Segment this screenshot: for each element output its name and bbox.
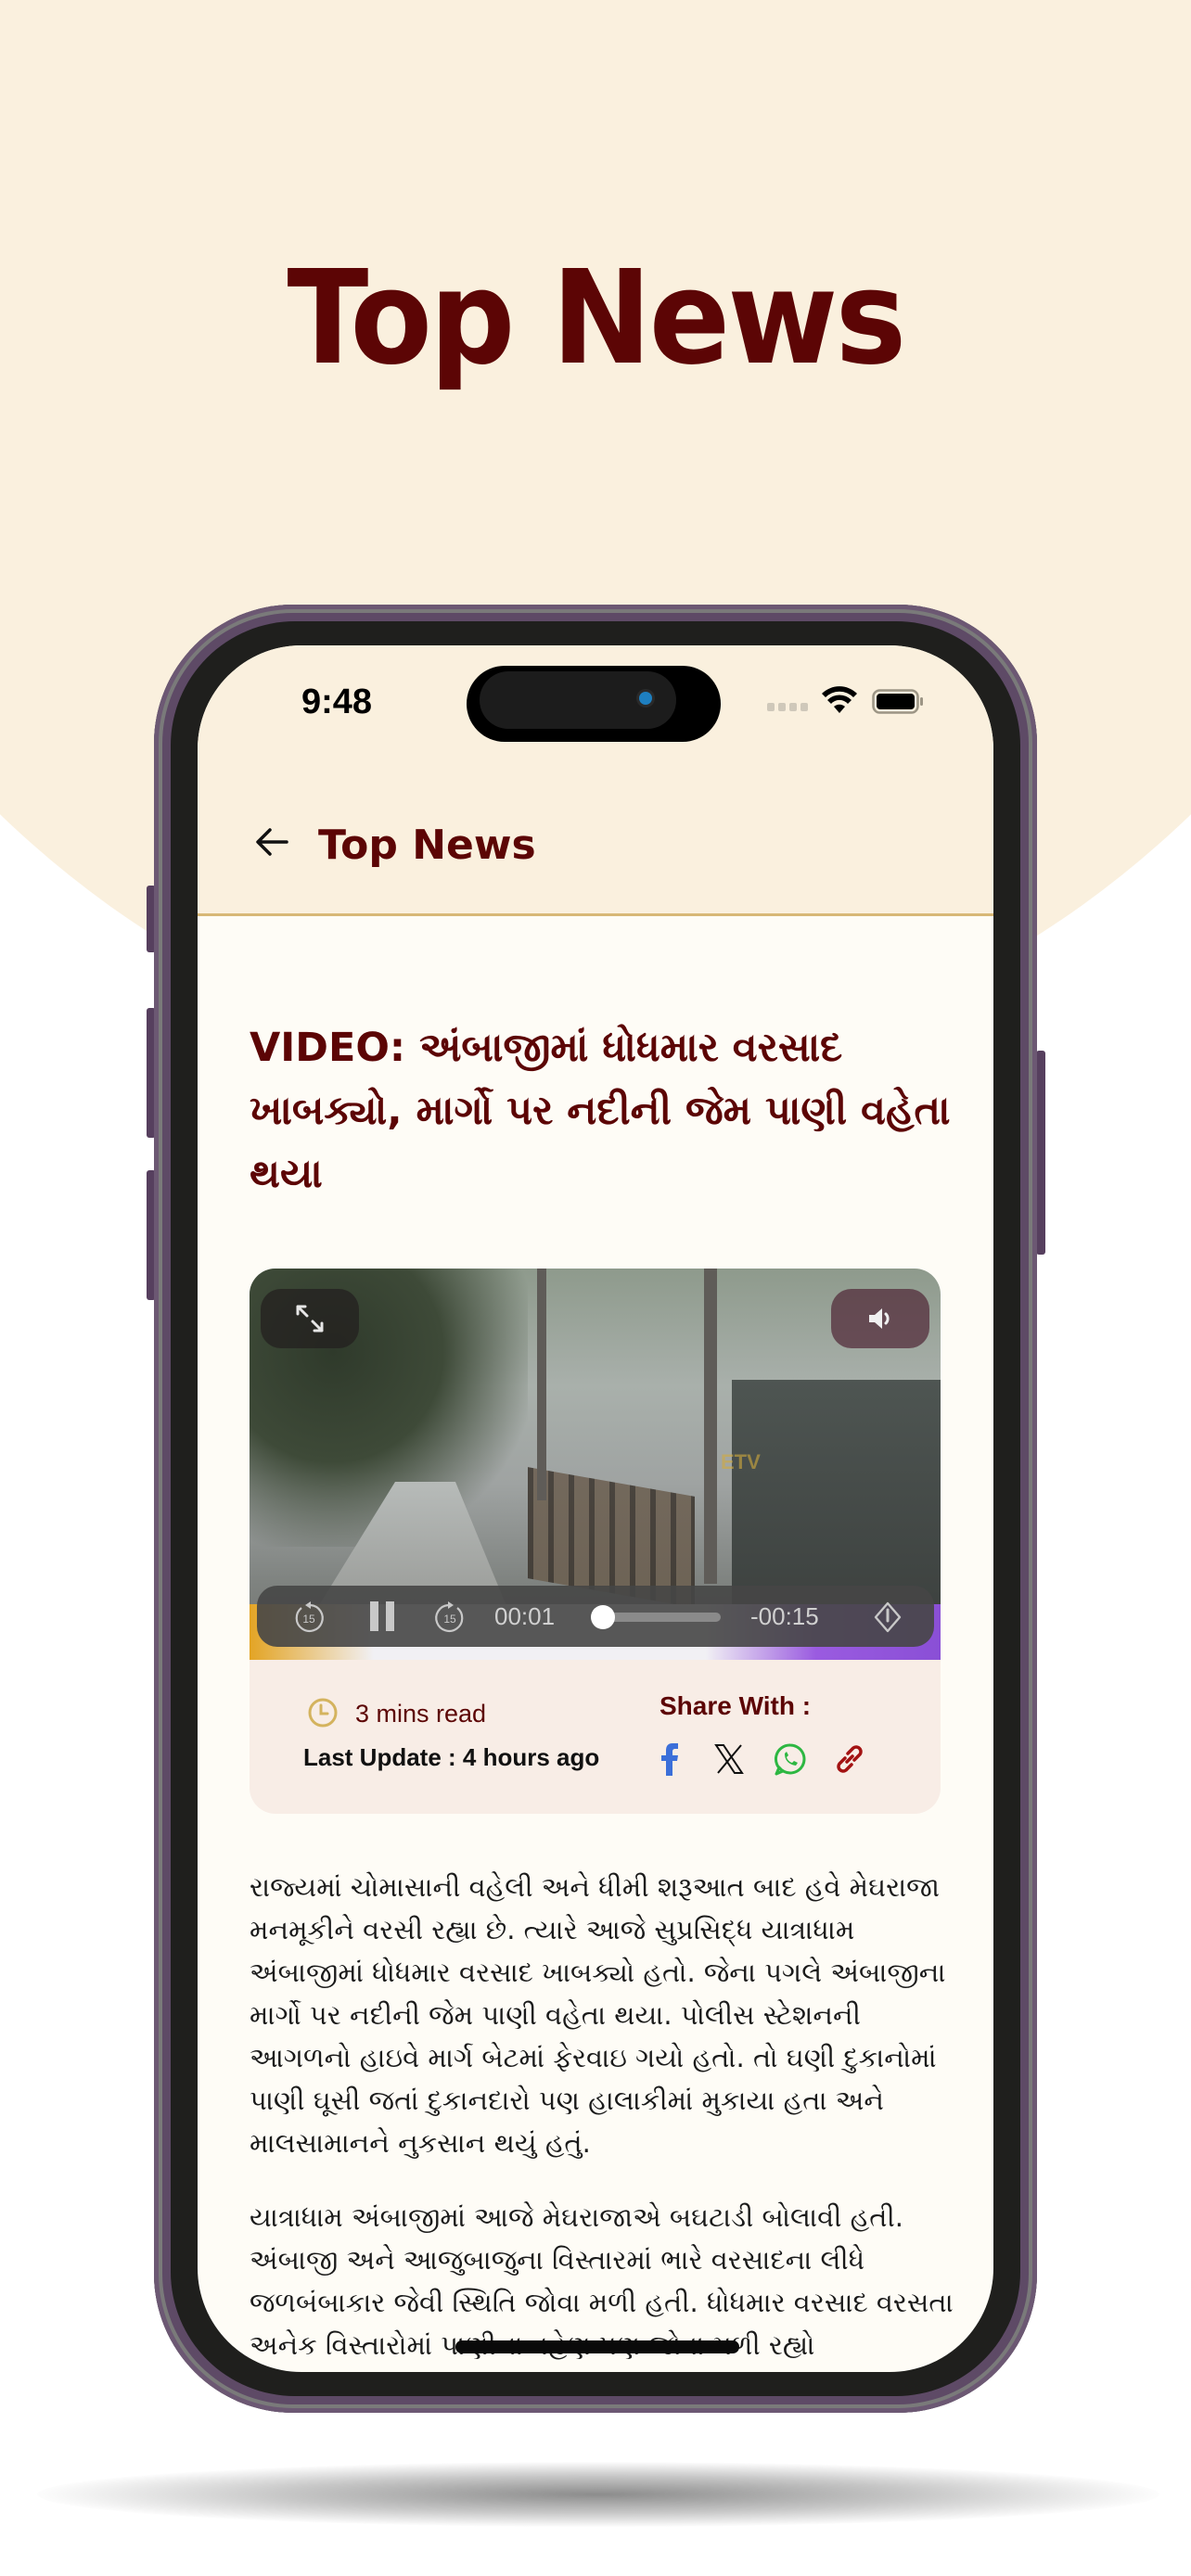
status-bar: 9:48 bbox=[198, 645, 993, 784]
home-indicator[interactable] bbox=[455, 2340, 739, 2353]
svg-text:15: 15 bbox=[443, 1613, 456, 1626]
back-button[interactable] bbox=[246, 816, 298, 868]
remaining-time: -00:15 bbox=[750, 1602, 819, 1630]
clock-icon bbox=[308, 1698, 338, 1728]
camera-icon bbox=[639, 692, 652, 705]
promo-title: Top News bbox=[287, 243, 906, 394]
read-time: 3 mins read bbox=[355, 1700, 487, 1728]
current-time: 00:01 bbox=[494, 1602, 556, 1630]
article-meta-card: 3 mins read Last Update : 4 hours ago Sh… bbox=[250, 1660, 941, 1814]
share-x-button[interactable] bbox=[711, 1741, 747, 1777]
share-whatsapp-button[interactable] bbox=[773, 1741, 808, 1777]
link-icon bbox=[837, 1745, 863, 1773]
airplay-icon[interactable] bbox=[871, 1600, 904, 1634]
expand-icon bbox=[296, 1305, 324, 1333]
app-bar: Top News bbox=[198, 784, 993, 916]
arrow-left-icon bbox=[256, 828, 288, 856]
phone-power-button bbox=[1036, 1051, 1045, 1255]
playback-controls: 15 15 00:01 -00:15 bbox=[257, 1586, 934, 1647]
battery-icon bbox=[872, 689, 923, 714]
x-icon bbox=[714, 1744, 744, 1774]
mute-button[interactable] bbox=[831, 1289, 929, 1348]
video-player[interactable]: ETV 15 15 00:01 -00:15 bbox=[250, 1269, 941, 1660]
fullscreen-button[interactable] bbox=[261, 1289, 359, 1348]
status-time: 9:48 bbox=[301, 682, 373, 721]
copy-link-button[interactable] bbox=[832, 1741, 867, 1777]
phone-shadow bbox=[37, 2462, 1159, 2527]
whatsapp-icon bbox=[774, 1743, 806, 1776]
share-label: Share With : bbox=[660, 1691, 812, 1720]
pause-button[interactable] bbox=[366, 1600, 398, 1632]
phone-screen: 9:48 Top News VIDEO: અંબાજીમાં ધોધમાર વર… bbox=[198, 645, 993, 2372]
speaker-icon bbox=[869, 1308, 890, 1329]
share-facebook-button[interactable] bbox=[652, 1741, 687, 1777]
dynamic-island bbox=[467, 666, 721, 742]
facebook-icon bbox=[661, 1743, 678, 1776]
article-paragraph: રાજ્યમાં ચોમાસાની વહેલી અને ધીમી શરૂઆત બ… bbox=[250, 1871, 946, 2159]
svg-text:15: 15 bbox=[302, 1613, 315, 1626]
wifi-icon bbox=[822, 686, 857, 713]
page-title: Top News bbox=[318, 822, 536, 869]
last-update: Last Update : 4 hours ago bbox=[303, 1743, 600, 1771]
skip-forward-15-icon[interactable]: 15 bbox=[433, 1600, 467, 1634]
seek-thumb[interactable] bbox=[591, 1605, 616, 1629]
video-watermark: ETV bbox=[721, 1450, 761, 1473]
article-headline: VIDEO: અંબાજીમાં ધોધમાર વરસાદ ખાબક્યો, મ… bbox=[250, 1025, 951, 1197]
skip-back-15-icon[interactable]: 15 bbox=[292, 1600, 326, 1634]
cellular-signal-icon bbox=[767, 703, 808, 711]
